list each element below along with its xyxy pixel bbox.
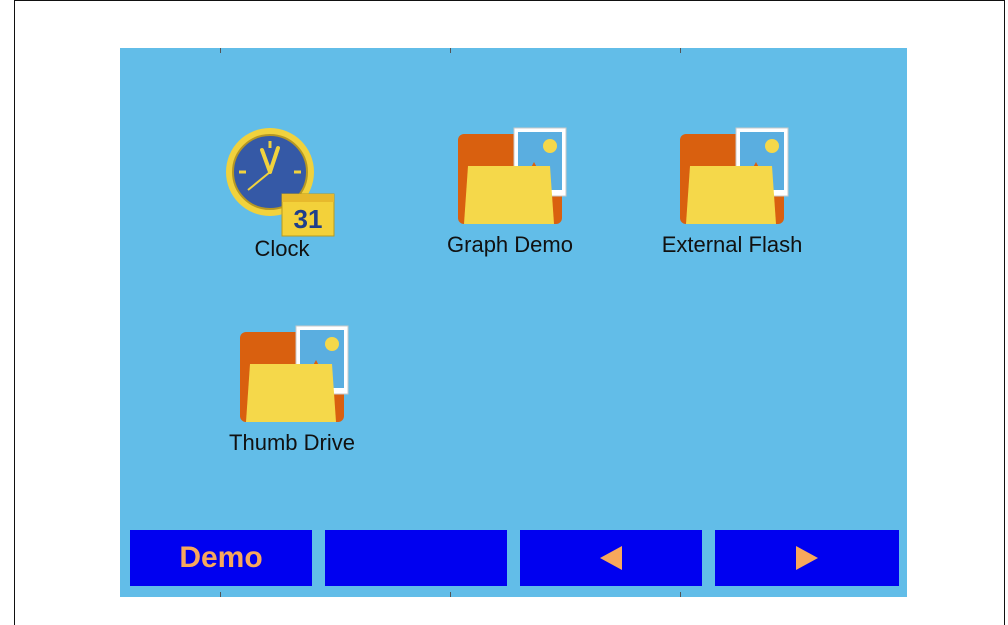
picture-folder-icon: [240, 325, 349, 422]
frame-top-border: [14, 0, 1004, 1]
app-label: Thumb Drive: [229, 430, 355, 455]
app-graph-demo[interactable]: Graph Demo: [425, 126, 595, 258]
prev-button[interactable]: [520, 530, 702, 586]
app-label: Clock: [254, 236, 310, 261]
app-label: Graph Demo: [447, 232, 573, 257]
app-label: External Flash: [661, 232, 803, 257]
picture-folder-icon: [458, 127, 567, 224]
clock-calendar-icon: 31: [226, 128, 335, 237]
app-thumb-drive[interactable]: Thumb Drive: [202, 324, 382, 456]
tick-mark: [680, 592, 681, 597]
frame-left-border: [14, 0, 15, 625]
svg-text:31: 31: [294, 204, 323, 234]
app-clock[interactable]: 31 Clock: [212, 124, 352, 262]
tick-mark: [450, 592, 451, 597]
app-external-flash[interactable]: External Flash: [632, 126, 832, 258]
right-arrow-icon: [796, 546, 818, 570]
device-screen: 31 Clock Graph Demo External Flash Thumb…: [120, 48, 907, 597]
frame-right-border: [1004, 0, 1005, 625]
tick-mark: [450, 48, 451, 53]
tick-mark: [680, 48, 681, 53]
picture-folder-icon: [680, 127, 789, 224]
tick-mark: [220, 48, 221, 53]
blank-button[interactable]: [325, 530, 507, 586]
next-button[interactable]: [715, 530, 899, 586]
demo-button[interactable]: Demo: [130, 530, 312, 586]
demo-button-label: Demo: [179, 541, 263, 574]
tick-mark: [220, 592, 221, 597]
left-arrow-icon: [600, 546, 622, 570]
